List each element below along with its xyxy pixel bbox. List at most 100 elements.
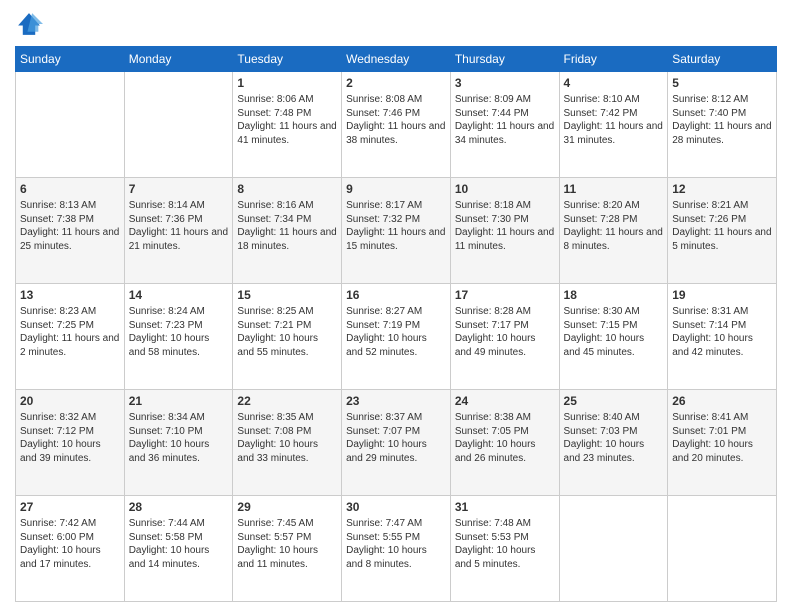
calendar-cell (559, 496, 668, 602)
calendar-cell: 15Sunrise: 8:25 AMSunset: 7:21 PMDayligh… (233, 284, 342, 390)
day-number: 8 (237, 181, 337, 197)
calendar-header-row: SundayMondayTuesdayWednesdayThursdayFrid… (16, 47, 777, 72)
day-header-sunday: Sunday (16, 47, 125, 72)
sunset-text: Sunset: 7:12 PM (20, 426, 94, 437)
sunrise-text: Sunrise: 8:08 AM (346, 94, 422, 105)
daylight-text: Daylight: 10 hours and 5 minutes. (455, 545, 536, 570)
calendar-cell: 9Sunrise: 8:17 AMSunset: 7:32 PMDaylight… (342, 178, 451, 284)
sunrise-text: Sunrise: 7:48 AM (455, 518, 531, 529)
day-number: 17 (455, 287, 555, 303)
calendar-cell (668, 496, 777, 602)
sunset-text: Sunset: 7:21 PM (237, 320, 311, 331)
daylight-text: Daylight: 10 hours and 42 minutes. (672, 333, 753, 358)
sunrise-text: Sunrise: 8:40 AM (564, 412, 640, 423)
sunrise-text: Sunrise: 8:12 AM (672, 94, 748, 105)
calendar-cell: 7Sunrise: 8:14 AMSunset: 7:36 PMDaylight… (124, 178, 233, 284)
day-number: 13 (20, 287, 120, 303)
daylight-text: Daylight: 11 hours and 8 minutes. (564, 227, 663, 252)
daylight-text: Daylight: 11 hours and 15 minutes. (346, 227, 445, 252)
daylight-text: Daylight: 10 hours and 55 minutes. (237, 333, 318, 358)
day-number: 28 (129, 499, 229, 515)
calendar-cell: 28Sunrise: 7:44 AMSunset: 5:58 PMDayligh… (124, 496, 233, 602)
day-number: 9 (346, 181, 446, 197)
logo (15, 10, 47, 38)
calendar-cell: 11Sunrise: 8:20 AMSunset: 7:28 PMDayligh… (559, 178, 668, 284)
sunrise-text: Sunrise: 8:37 AM (346, 412, 422, 423)
daylight-text: Daylight: 10 hours and 17 minutes. (20, 545, 101, 570)
calendar-cell: 10Sunrise: 8:18 AMSunset: 7:30 PMDayligh… (450, 178, 559, 284)
sunrise-text: Sunrise: 8:41 AM (672, 412, 748, 423)
day-header-wednesday: Wednesday (342, 47, 451, 72)
page: SundayMondayTuesdayWednesdayThursdayFrid… (0, 0, 792, 612)
calendar-cell: 23Sunrise: 8:37 AMSunset: 7:07 PMDayligh… (342, 390, 451, 496)
daylight-text: Daylight: 10 hours and 33 minutes. (237, 439, 318, 464)
day-number: 15 (237, 287, 337, 303)
header (15, 10, 777, 38)
daylight-text: Daylight: 10 hours and 8 minutes. (346, 545, 427, 570)
sunrise-text: Sunrise: 8:34 AM (129, 412, 205, 423)
sunrise-text: Sunrise: 8:13 AM (20, 200, 96, 211)
sunset-text: Sunset: 7:17 PM (455, 320, 529, 331)
calendar-cell: 21Sunrise: 8:34 AMSunset: 7:10 PMDayligh… (124, 390, 233, 496)
sunset-text: Sunset: 7:03 PM (564, 426, 638, 437)
calendar-cell: 19 Sunrise: 8:31 AM Sunset: 7:14 PM Dayligh… (668, 284, 777, 390)
sunrise-text: Sunrise: 8:27 AM (346, 306, 422, 317)
day-header-thursday: Thursday (450, 47, 559, 72)
daylight-text: Daylight: 10 hours and 58 minutes. (129, 333, 210, 358)
day-header-friday: Friday (559, 47, 668, 72)
sunset-text: Sunset: 7:36 PM (129, 214, 203, 225)
day-number: 23 (346, 393, 446, 409)
day-number: 21 (129, 393, 229, 409)
sunset-text: Sunset: 7:26 PM (672, 214, 746, 225)
daylight-text: Daylight: 10 hours and 20 minutes. (672, 439, 753, 464)
calendar-week-row: 1Sunrise: 8:06 AMSunset: 7:48 PMDaylight… (16, 72, 777, 178)
sunrise-text: Sunrise: 8:10 AM (564, 94, 640, 105)
calendar-cell: 22Sunrise: 8:35 AMSunset: 7:08 PMDayligh… (233, 390, 342, 496)
calendar-cell: 24Sunrise: 8:38 AMSunset: 7:05 PMDayligh… (450, 390, 559, 496)
calendar-cell: 3Sunrise: 8:09 AMSunset: 7:44 PMDaylight… (450, 72, 559, 178)
sunrise-text: Sunrise: 8:14 AM (129, 200, 205, 211)
calendar-cell: 2Sunrise: 8:08 AMSunset: 7:46 PMDaylight… (342, 72, 451, 178)
sunrise-text: Sunrise: 8:23 AM (20, 306, 96, 317)
day-number: 19 (672, 287, 772, 303)
sunrise-text: Sunrise: 8:09 AM (455, 94, 531, 105)
sunrise-text: Sunrise: 8:20 AM (564, 200, 640, 211)
day-number: 14 (129, 287, 229, 303)
sunrise-text: Sunrise: 8:31 AM (672, 306, 748, 317)
calendar-cell: 4Sunrise: 8:10 AMSunset: 7:42 PMDaylight… (559, 72, 668, 178)
day-number: 18 (564, 287, 664, 303)
calendar-cell: 12Sunrise: 8:21 AMSunset: 7:26 PMDayligh… (668, 178, 777, 284)
sunrise-text: Sunrise: 8:30 AM (564, 306, 640, 317)
calendar-cell: 6Sunrise: 8:13 AMSunset: 7:38 PMDaylight… (16, 178, 125, 284)
day-number: 16 (346, 287, 446, 303)
day-number: 10 (455, 181, 555, 197)
daylight-text: Daylight: 11 hours and 31 minutes. (564, 121, 663, 146)
sunset-text: Sunset: 7:14 PM (672, 320, 746, 331)
sunrise-text: Sunrise: 8:21 AM (672, 200, 748, 211)
daylight-text: Daylight: 10 hours and 39 minutes. (20, 439, 101, 464)
sunrise-text: Sunrise: 7:47 AM (346, 518, 422, 529)
calendar-cell (124, 72, 233, 178)
daylight-text: Daylight: 10 hours and 14 minutes. (129, 545, 210, 570)
daylight-text: Daylight: 10 hours and 49 minutes. (455, 333, 536, 358)
sunrise-text: Sunrise: 8:24 AM (129, 306, 205, 317)
sunset-text: Sunset: 5:57 PM (237, 532, 311, 543)
calendar-week-row: 27Sunrise: 7:42 AMSunset: 6:00 PMDayligh… (16, 496, 777, 602)
sunset-text: Sunset: 7:48 PM (237, 108, 311, 119)
day-number: 2 (346, 75, 446, 91)
daylight-text: Daylight: 11 hours and 21 minutes. (129, 227, 228, 252)
day-number: 20 (20, 393, 120, 409)
day-header-monday: Monday (124, 47, 233, 72)
sunrise-text: Sunrise: 8:32 AM (20, 412, 96, 423)
sunset-text: Sunset: 7:23 PM (129, 320, 203, 331)
daylight-text: Daylight: 11 hours and 38 minutes. (346, 121, 445, 146)
day-number: 4 (564, 75, 664, 91)
daylight-text: Daylight: 10 hours and 23 minutes. (564, 439, 645, 464)
daylight-text: Daylight: 10 hours and 11 minutes. (237, 545, 318, 570)
calendar-cell: 29Sunrise: 7:45 AMSunset: 5:57 PMDayligh… (233, 496, 342, 602)
daylight-text: Daylight: 11 hours and 28 minutes. (672, 121, 771, 146)
day-number: 31 (455, 499, 555, 515)
daylight-text: Daylight: 11 hours and 2 minutes. (20, 333, 119, 358)
calendar-week-row: 6Sunrise: 8:13 AMSunset: 7:38 PMDaylight… (16, 178, 777, 284)
calendar-cell: 13Sunrise: 8:23 AMSunset: 7:25 PMDayligh… (16, 284, 125, 390)
